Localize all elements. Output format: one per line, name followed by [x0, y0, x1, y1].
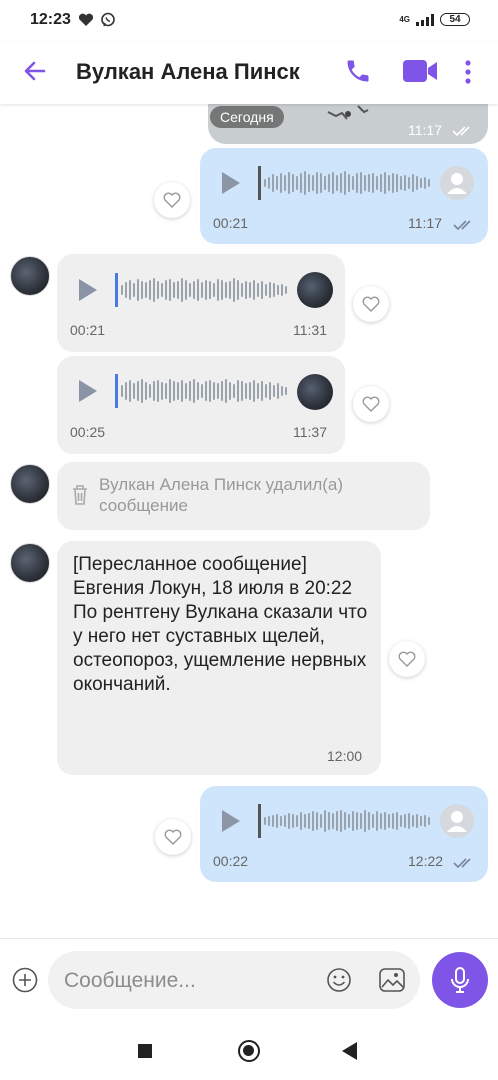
playback-cursor	[258, 166, 261, 200]
trash-icon	[73, 485, 87, 505]
heart-icon	[362, 296, 380, 312]
contact-avatar[interactable]	[10, 464, 50, 504]
sender-avatar	[297, 374, 333, 410]
contact-avatar[interactable]	[10, 543, 50, 583]
text-message[interactable]: [Пересланное сообщение] Евгения Локун, 1…	[57, 541, 381, 775]
message-composer: Сообщение...	[0, 938, 498, 1021]
home-icon[interactable]	[238, 1040, 260, 1062]
chat-header: Вулкан Алена Пинск	[0, 42, 498, 104]
waveform[interactable]	[121, 275, 287, 305]
user-placeholder-icon	[447, 173, 467, 194]
message-time: 11:17	[408, 215, 442, 231]
sticker-icon[interactable]	[378, 967, 406, 993]
message-text: [Пересланное сообщение] Евгения Локун, 1…	[73, 554, 368, 695]
heart-icon	[398, 651, 416, 667]
network-type: 4G	[399, 14, 410, 24]
record-voice-button[interactable]	[432, 952, 488, 1008]
message-time: 12:00	[327, 748, 363, 764]
battery-level: 54	[449, 14, 461, 25]
read-ticks-icon	[452, 126, 470, 137]
heart-icon	[164, 829, 182, 845]
waveform[interactable]	[264, 806, 430, 836]
back-arrow-icon[interactable]	[22, 58, 48, 84]
voice-duration: 00:25	[70, 424, 106, 440]
message-input[interactable]: Сообщение...	[48, 951, 420, 1009]
sender-avatar	[440, 166, 474, 200]
phone-icon[interactable]	[344, 57, 372, 85]
contact-avatar[interactable]	[10, 256, 50, 296]
playback-cursor	[258, 804, 261, 838]
chat-title[interactable]: Вулкан Алена Пинск	[76, 59, 300, 85]
heart-icon	[163, 192, 181, 208]
playback-cursor	[115, 374, 118, 408]
voice-message[interactable]: 00:22 12:22	[200, 786, 488, 882]
signal-icon	[416, 13, 434, 26]
recent-apps-icon[interactable]	[138, 1044, 152, 1058]
waveform[interactable]	[121, 376, 287, 406]
voice-duration: 00:21	[70, 322, 106, 338]
battery-icon: 54	[440, 13, 470, 26]
viber-status-icon	[101, 12, 115, 27]
video-call-icon[interactable]	[402, 58, 438, 84]
plus-icon[interactable]	[12, 967, 38, 993]
status-bar: 12:23 4G 54	[0, 0, 498, 42]
play-icon[interactable]	[222, 172, 240, 194]
emoji-icon[interactable]	[326, 967, 352, 993]
read-ticks-icon	[453, 858, 471, 869]
like-button[interactable]	[154, 182, 190, 218]
sender-avatar	[440, 804, 474, 838]
message-time: 11:31	[293, 322, 327, 338]
back-nav-icon[interactable]	[342, 1042, 357, 1060]
play-icon[interactable]	[79, 279, 97, 301]
system-nav-bar	[0, 1020, 498, 1080]
date-separator: Сегодня	[210, 106, 284, 128]
message-time: 12:22	[408, 853, 444, 869]
read-ticks-icon	[453, 220, 471, 231]
message-time: 11:17	[408, 122, 442, 138]
deleted-message: Вулкан Алена Пинск удалил(а) сообщение	[57, 462, 430, 530]
microphone-icon	[451, 967, 469, 993]
more-options-icon[interactable]	[464, 59, 472, 85]
message-time: 11:37	[293, 424, 327, 440]
deleted-notice: Вулкан Алена Пинск удалил(а) сообщение	[99, 475, 344, 515]
heart-icon	[362, 396, 380, 412]
like-button[interactable]	[353, 386, 389, 422]
voice-duration: 00:22	[213, 853, 249, 869]
voice-message[interactable]: 00:21 11:31	[57, 254, 345, 352]
like-button[interactable]	[155, 819, 191, 855]
status-time: 12:23	[30, 11, 71, 28]
like-button[interactable]	[389, 641, 425, 677]
chat-messages: Сегодня 11:17 00:21 11:17 00:21 11:31 00…	[0, 104, 498, 938]
voice-duration: 00:21	[213, 215, 249, 231]
play-icon[interactable]	[222, 810, 240, 832]
play-icon[interactable]	[79, 380, 97, 402]
message-placeholder: Сообщение...	[64, 969, 196, 992]
user-placeholder-icon	[447, 811, 467, 832]
waveform[interactable]	[264, 168, 430, 198]
voice-message[interactable]: 00:25 11:37	[57, 356, 345, 454]
voice-message[interactable]: 00:21 11:17	[200, 148, 488, 244]
playback-cursor	[115, 273, 118, 307]
sender-avatar	[297, 272, 333, 308]
heart-status-icon	[78, 13, 94, 26]
like-button[interactable]	[353, 286, 389, 322]
